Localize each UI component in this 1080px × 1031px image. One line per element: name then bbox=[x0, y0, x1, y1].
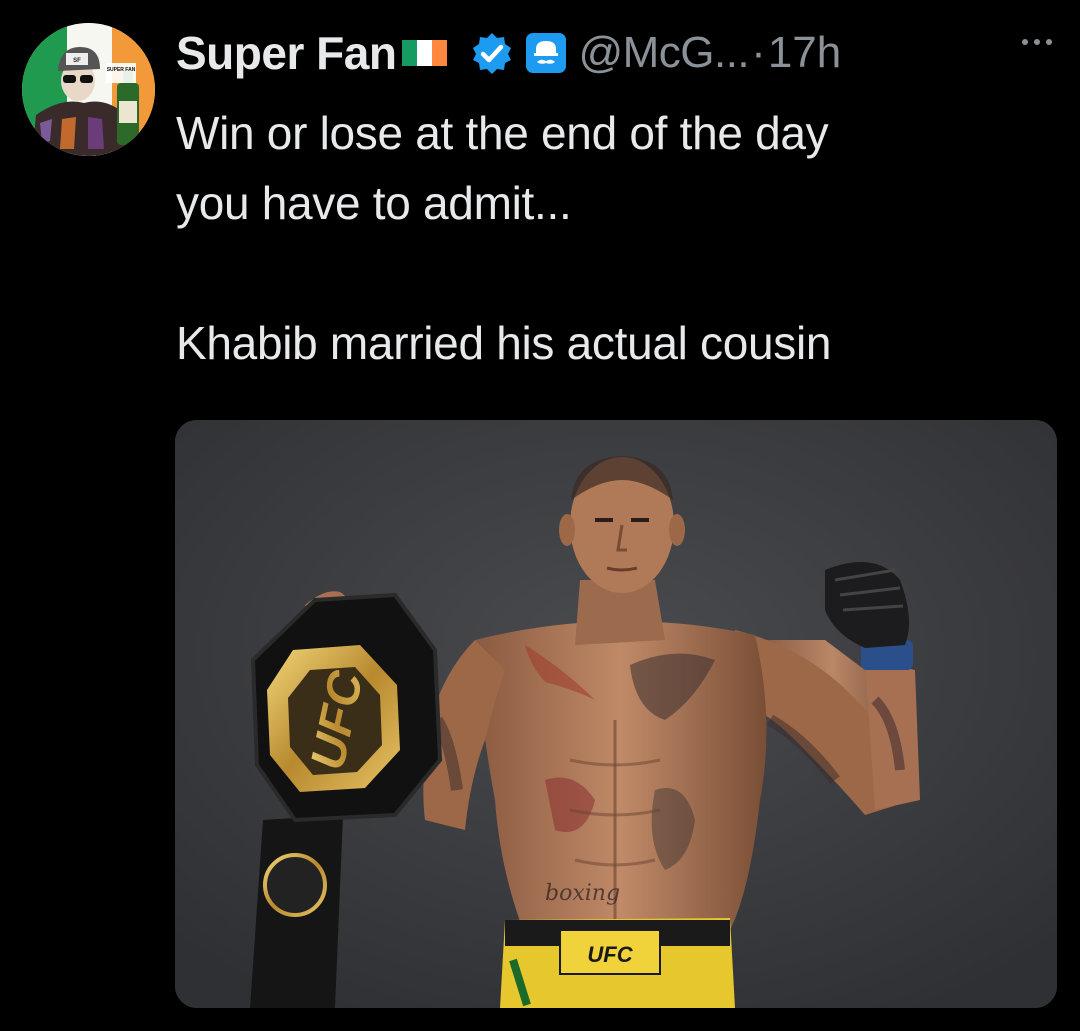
avatar-badge-label: SUPER FAN bbox=[107, 67, 136, 73]
affiliate-badge-icon[interactable] bbox=[524, 31, 568, 75]
tweet-header: Super Fan @McG... · 17h bbox=[176, 22, 841, 84]
shorts-ufc-text: UFC bbox=[587, 942, 633, 967]
timestamp[interactable]: 17h bbox=[768, 28, 841, 78]
tweet-text-line: you have to admit... bbox=[176, 177, 572, 229]
tweet-text: Win or lose at the end of the day you ha… bbox=[176, 98, 1056, 378]
display-name[interactable]: Super Fan bbox=[176, 26, 397, 80]
avatar-cap-text: SF bbox=[73, 58, 81, 64]
avatar[interactable]: SF SUPER FAN bbox=[22, 23, 155, 156]
more-options-icon[interactable] bbox=[1017, 30, 1057, 54]
tweet-media-image[interactable]: boxing UFC UFC bbox=[175, 420, 1057, 1008]
fighter-photo: boxing UFC UFC bbox=[175, 420, 1057, 1008]
separator-dot: · bbox=[751, 28, 766, 77]
avatar-image: SF SUPER FAN bbox=[22, 23, 155, 156]
verified-badge-icon[interactable] bbox=[470, 31, 514, 75]
tweet[interactable]: SF SUPER FAN Super Fan @McG... · 17h Win… bbox=[0, 0, 1080, 1031]
handle[interactable]: @McG... bbox=[578, 28, 749, 78]
tattoo-text: boxing bbox=[545, 881, 620, 906]
tweet-text-line: Win or lose at the end of the day bbox=[176, 107, 829, 159]
tweet-text-line: Khabib married his actual cousin bbox=[176, 317, 832, 369]
ireland-flag-icon bbox=[400, 36, 450, 70]
